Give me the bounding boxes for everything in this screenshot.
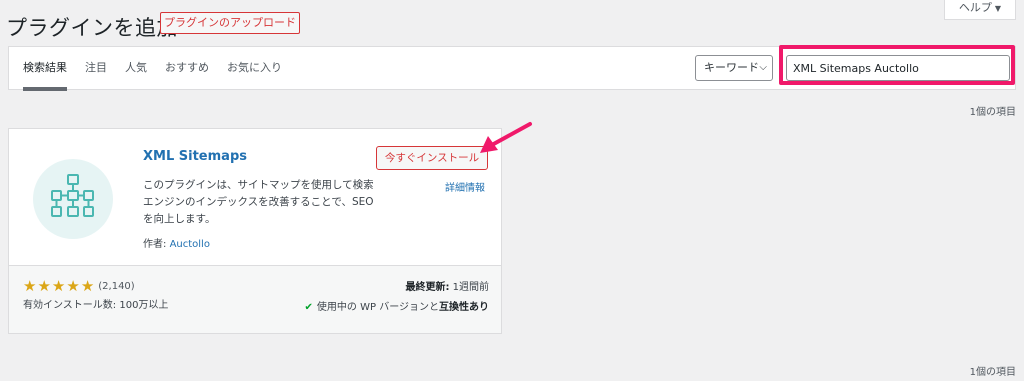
compat-prefix: 使用中の WP バージョンと [316, 302, 439, 313]
filter-tabs: 検索結果 注目 人気 おすすめ お気に入り [23, 47, 300, 91]
plugin-card: XML Sitemaps このプラグインは、サイトマップを使用して検索エンジンの… [8, 128, 502, 334]
tab-recommended[interactable]: おすすめ [165, 47, 209, 91]
caret-down-icon: ▼ [994, 4, 1002, 13]
last-updated-label: 最終更新: [405, 282, 450, 293]
star-icon: ★ [51, 277, 66, 295]
compatibility: ✔ 使用中の WP バージョンと互換性あり [305, 298, 489, 313]
result-count-bottom: 1個の項目 [969, 367, 1016, 378]
install-now-button[interactable]: 今すぐインストール [376, 146, 488, 170]
last-updated-value: 1週間前 [449, 282, 489, 293]
star-icon: ★ [66, 277, 80, 295]
checkmark-icon: ✔ [304, 302, 313, 313]
tab-search-results[interactable]: 検索結果 [23, 47, 67, 91]
star-icon: ★ [80, 277, 95, 295]
upload-plugin-button[interactable]: プラグインのアップロード [160, 12, 300, 34]
chevron-down-icon: ⌵ [759, 62, 767, 73]
author-link[interactable]: Auctollo [170, 239, 210, 250]
more-details-link[interactable]: 詳細情報 [445, 179, 485, 194]
search-type-select[interactable]: キーワード ⌵ [695, 55, 773, 81]
tab-popular[interactable]: 人気 [125, 47, 147, 91]
plugin-card-bottom: ★ ★ ★ ★ ★ (2,140) 有効インストール数: 100万以上 最終更新… [9, 265, 501, 333]
rating-count: (2,140) [98, 280, 135, 292]
help-tab[interactable]: ヘルプ ▼ [944, 0, 1016, 20]
filter-bar: 検索結果 注目 人気 おすすめ お気に入り キーワード ⌵ [8, 45, 1016, 91]
plugin-author: 作者: Auctollo [143, 235, 210, 250]
plugin-card-top: XML Sitemaps このプラグインは、サイトマップを使用して検索エンジンの… [9, 129, 501, 265]
last-updated: 最終更新: 1週間前 [405, 278, 489, 293]
page-title: プラグインを追加 [6, 16, 178, 40]
sitemap-tree-icon[interactable] [33, 159, 113, 239]
plugin-description: このプラグインは、サイトマップを使用して検索エンジンのインデックスを改善すること… [143, 179, 374, 225]
tab-featured[interactable]: 注目 [85, 47, 107, 91]
tab-favorites[interactable]: お気に入り [227, 47, 282, 91]
plugin-name-link[interactable]: XML Sitemaps [143, 149, 247, 164]
result-count-top: 1個の項目 [969, 107, 1016, 118]
search-input[interactable] [786, 55, 1010, 81]
star-icon: ★ [23, 277, 37, 295]
star-rating: ★ ★ ★ ★ ★ (2,140) [23, 278, 135, 294]
search-type-value: キーワード [704, 61, 759, 74]
help-label: ヘルプ [958, 1, 992, 14]
author-prefix: 作者: [143, 239, 170, 250]
compat-value: 互換性あり [439, 302, 489, 313]
star-icon: ★ [37, 277, 51, 295]
pointer-arrow-icon [480, 122, 532, 153]
active-installs: 有効インストール数: 100万以上 [23, 300, 169, 311]
